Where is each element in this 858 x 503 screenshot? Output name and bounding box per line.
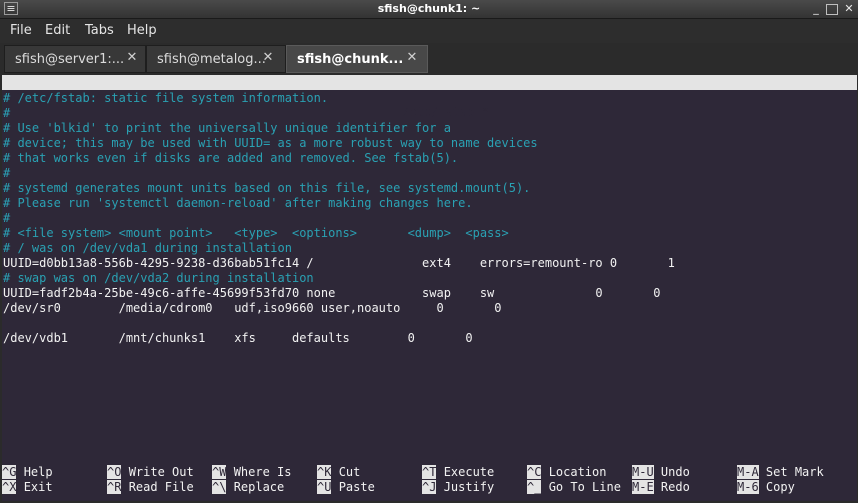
window-title: sfish@chunk1: ~	[377, 2, 481, 15]
shortcut-item: ^T Execute	[422, 465, 494, 480]
shortcut-key: ^C	[527, 465, 542, 479]
tab-chunk1[interactable]: sfish@chunk... ✕	[286, 45, 428, 73]
shortcut-key: ^X	[2, 480, 17, 494]
shortcut-label: Copy	[765, 480, 795, 494]
shortcut-label: Read File	[128, 480, 194, 494]
shortcut-label: Where Is	[233, 465, 292, 479]
close-tab-icon[interactable]: ✕	[125, 51, 139, 65]
text-line: /dev/vdb1 /mnt/chunks1 xfs defaults 0 0	[3, 331, 473, 345]
shortcut-item: ^\ Replace	[212, 480, 284, 495]
shortcut-key: ^J	[422, 480, 437, 494]
tab-label: sfish@server1:...	[15, 52, 125, 67]
shortcut-label: Undo	[660, 465, 690, 479]
menu-edit[interactable]: Edit	[45, 23, 70, 38]
shortcut-key: M-E	[632, 480, 654, 494]
shortcut-key: ^W	[212, 465, 227, 479]
shortcut-label: Set Mark	[765, 465, 824, 479]
tab-label: sfish@chunk...	[297, 52, 404, 67]
shortcut-label: Location	[548, 465, 607, 479]
shortcut-item: M-U Undo	[632, 465, 690, 480]
menu-file[interactable]: File	[10, 23, 32, 38]
comment-line: # Please run 'systemctl daemon-reload' a…	[3, 196, 473, 210]
shortcut-key: ^_	[527, 480, 542, 494]
shortcut-item: ^O Write Out	[107, 465, 194, 480]
menu-help[interactable]: Help	[127, 23, 157, 38]
shortcut-item: ^G Help	[2, 465, 53, 480]
comment-line: # systemd generates mount units based on…	[3, 181, 531, 195]
nano-header-bar: GNU nano 5.4 /etc/fstab *	[2, 75, 857, 119]
comment-line: #	[3, 166, 11, 180]
maximize-icon[interactable]	[826, 4, 838, 15]
close-tab-icon[interactable]: ✕	[405, 51, 419, 65]
close-window-icon[interactable]: ✕	[842, 2, 856, 15]
shortcut-item: ^K Cut	[317, 465, 360, 480]
comment-line: # device; this may be used with UUID= as…	[3, 136, 538, 150]
shortcut-key: ^\	[212, 480, 227, 494]
comment-line: # /etc/fstab: static file system informa…	[3, 91, 329, 105]
nano-filename: /etc/fstab *	[402, 105, 489, 119]
title-bar: ≡ sfish@chunk1: ~ _ ✕	[0, 0, 858, 19]
comment-line: #	[3, 211, 11, 225]
shortcut-key: M-U	[632, 465, 654, 479]
text-line: UUID=fadf2b4a-25be-49c6-affe-45699f53fd7…	[3, 286, 661, 300]
comment-line: # <file system> <mount point> <type> <op…	[3, 226, 509, 240]
shortcut-key: ^O	[107, 465, 122, 479]
comment-line: # Use 'blkid' to print the universally u…	[3, 121, 451, 135]
shortcut-label: Write Out	[128, 465, 194, 479]
shortcut-item: ^_ Go To Line	[527, 480, 621, 495]
shortcut-label: Go To Line	[548, 480, 621, 494]
shortcut-key: M-6	[737, 480, 759, 494]
shortcut-item: ^R Read File	[107, 480, 194, 495]
menu-bar: File Edit Tabs Help	[0, 19, 858, 43]
tab-metalog[interactable]: sfish@metalog... ✕	[146, 45, 286, 73]
shortcut-label: Justify	[443, 480, 495, 494]
comment-line: # that works even if disks are added and…	[3, 151, 459, 165]
shortcut-key: ^T	[422, 465, 437, 479]
shortcut-item: M-6 Copy	[737, 480, 795, 495]
shortcut-key: M-A	[737, 465, 759, 479]
minimize-icon[interactable]: _	[809, 2, 823, 15]
shortcut-label: Replace	[233, 480, 285, 494]
tab-bar: sfish@server1:... ✕ sfish@metalog... ✕ s…	[0, 43, 858, 73]
shortcut-item: M-E Redo	[632, 480, 690, 495]
shortcut-item: ^J Justify	[422, 480, 494, 495]
shortcut-key: ^R	[107, 480, 122, 494]
terminal-area[interactable]: GNU nano 5.4 /etc/fstab * # /etc/fstab: …	[2, 75, 857, 501]
shortcut-label: Redo	[660, 480, 690, 494]
comment-line: #	[3, 106, 11, 120]
text-line: UUID=d0bb13a8-556b-4295-9238-d36bab51fc1…	[3, 256, 675, 270]
shortcut-key: ^G	[2, 465, 17, 479]
tab-server1[interactable]: sfish@server1:... ✕	[4, 45, 146, 73]
shortcut-label: Cut	[338, 465, 361, 479]
tab-label: sfish@metalog...	[157, 52, 266, 67]
shortcut-item: M-A Set Mark	[737, 465, 824, 480]
shortcut-key: ^K	[317, 465, 332, 479]
shortcut-key: ^U	[317, 480, 332, 494]
shortcut-label: Exit	[23, 480, 53, 494]
shortcut-item: ^U Paste	[317, 480, 375, 495]
shortcut-item: ^W Where Is	[212, 465, 291, 480]
shortcut-item: ^C Location	[527, 465, 606, 480]
shortcut-label: Execute	[443, 465, 495, 479]
shortcut-label: Help	[23, 465, 53, 479]
close-tab-icon[interactable]: ✕	[261, 51, 275, 65]
comment-line: # / was on /dev/vda1 during installation	[3, 241, 292, 255]
comment-line: # swap was on /dev/vda2 during installat…	[3, 271, 314, 285]
menu-tabs[interactable]: Tabs	[85, 23, 114, 38]
shortcut-item: ^X Exit	[2, 480, 53, 495]
shortcut-label: Paste	[338, 480, 375, 494]
text-line: /dev/sr0 /media/cdrom0 udf,iso9660 user,…	[3, 301, 502, 315]
